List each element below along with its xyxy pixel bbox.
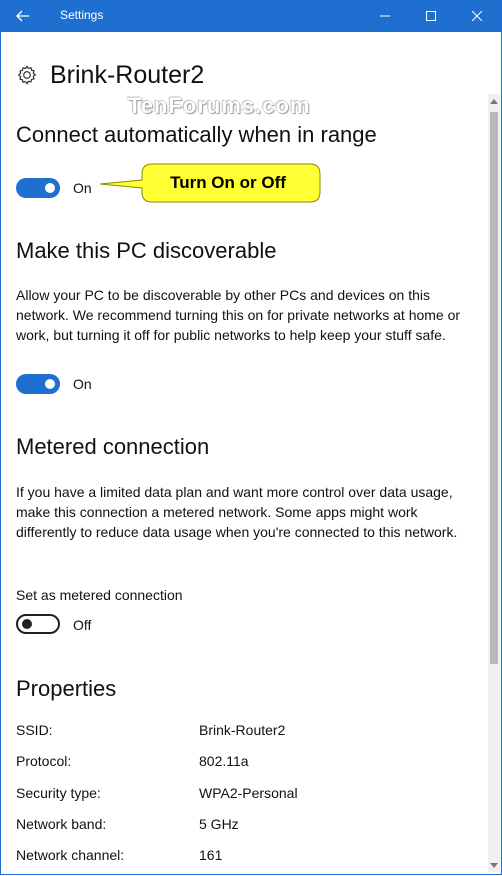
property-value: Brink-Router2: [199, 722, 286, 738]
callout: Turn On or Off: [96, 160, 326, 206]
metered-toggle[interactable]: [16, 614, 60, 634]
metered-description: If you have a limited data plan and want…: [16, 484, 458, 540]
minimize-icon: [380, 15, 390, 17]
property-key: SSID:: [16, 722, 53, 738]
back-arrow-icon: [16, 10, 29, 22]
page-title: Brink-Router2: [50, 60, 205, 89]
close-button[interactable]: [454, 0, 500, 32]
toggle-knob: [45, 183, 55, 193]
property-key: Security type:: [16, 785, 101, 801]
toggle-knob: [45, 379, 55, 389]
properties-heading: Properties: [16, 676, 117, 701]
page-header: Brink-Router2: [16, 60, 204, 90]
property-value: 5 GHz: [199, 816, 239, 832]
discoverable-state: On: [73, 376, 92, 392]
window-title: Settings: [60, 8, 104, 22]
property-value: WPA2-Personal: [199, 785, 298, 801]
connect-automatically-state: On: [73, 180, 92, 196]
connect-automatically-toggle[interactable]: [16, 178, 60, 198]
maximize-button[interactable]: [408, 0, 454, 32]
discoverable-heading: Make this PC discoverable: [16, 238, 277, 263]
property-row-security-type: Security type: WPA2-Personal: [16, 785, 436, 805]
scroll-down-icon: [490, 863, 498, 868]
callout-text: Turn On or Off: [170, 173, 286, 192]
close-icon: [472, 11, 482, 21]
scroll-up-icon: [490, 99, 498, 104]
discoverable-toggle[interactable]: [16, 374, 60, 394]
minimize-button[interactable]: [362, 0, 408, 32]
title-bar: Settings: [0, 0, 502, 32]
property-row-ssid: SSID: Brink-Router2: [16, 722, 436, 742]
metered-heading: Metered connection: [16, 434, 210, 459]
back-button[interactable]: [0, 0, 46, 32]
property-key: Protocol:: [16, 753, 72, 769]
toggle-knob: [22, 619, 32, 629]
scroll-up-button[interactable]: [488, 94, 500, 108]
property-value: 802.11a: [199, 753, 249, 769]
property-row-network-channel: Network channel: 161: [16, 847, 436, 867]
metered-state: Off: [73, 617, 92, 633]
connect-automatically-heading: Connect automatically when in range: [16, 122, 377, 147]
watermark: TenForums.com: [128, 93, 311, 118]
maximize-icon: [426, 11, 436, 21]
gear-icon: [17, 65, 37, 85]
property-row-network-band: Network band: 5 GHz: [16, 816, 436, 836]
scroll-down-button[interactable]: [488, 860, 500, 872]
property-value: 161: [199, 847, 223, 863]
property-key: Network band:: [16, 816, 107, 832]
discoverable-description: Allow your PC to be discoverable by othe…: [16, 287, 461, 343]
property-row-protocol: Protocol: 802.11a: [16, 753, 436, 773]
metered-label: Set as metered connection: [16, 587, 183, 603]
property-key: Network channel:: [16, 847, 125, 863]
scrollbar-thumb[interactable]: [490, 112, 498, 664]
